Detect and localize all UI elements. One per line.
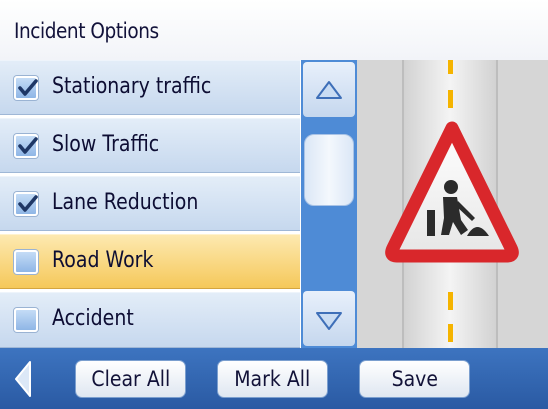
checkmark-icon — [18, 79, 38, 96]
option-row-accident[interactable]: Accident — [0, 292, 300, 348]
incident-preview-image — [357, 60, 548, 348]
checkbox-accident[interactable] — [14, 308, 38, 332]
checkbox-lane-reduction[interactable] — [14, 192, 38, 216]
option-row-lane-reduction[interactable]: Lane Reduction — [0, 176, 300, 231]
triangle-up-icon — [316, 81, 342, 99]
scrollbar-thumb[interactable] — [304, 134, 354, 206]
option-label: Accident — [52, 306, 134, 331]
back-button[interactable] — [6, 356, 46, 402]
page-title: Incident Options — [14, 19, 159, 43]
triangle-down-icon — [316, 312, 342, 330]
header-bar: Incident Options — [0, 0, 548, 60]
mark-all-button[interactable]: Mark All — [217, 360, 328, 398]
option-row-slow-traffic[interactable]: Slow Traffic — [0, 118, 300, 173]
option-row-stationary-traffic[interactable]: Stationary traffic — [0, 60, 300, 115]
back-arrow-icon — [15, 361, 31, 397]
incident-options-list: Stationary traffic Slow Traffic Lane Red… — [0, 60, 300, 348]
option-label: Stationary traffic — [52, 74, 212, 99]
option-label: Road Work — [52, 248, 154, 273]
checkbox-slow-traffic[interactable] — [14, 134, 38, 158]
checkmark-icon — [18, 137, 38, 154]
mark-all-label: Mark All — [234, 367, 311, 391]
scroll-down-button[interactable] — [303, 291, 355, 346]
checkbox-road-work[interactable] — [14, 250, 38, 274]
clear-all-label: Clear All — [91, 367, 170, 391]
checkbox-stationary-traffic[interactable] — [14, 76, 38, 100]
option-label: Slow Traffic — [52, 132, 160, 157]
save-button[interactable]: Save — [359, 360, 470, 398]
road-work-sign-icon — [357, 60, 548, 348]
checkmark-icon — [18, 195, 38, 212]
footer-toolbar: Clear All Mark All Save — [0, 348, 548, 409]
scrollbar[interactable] — [301, 60, 357, 348]
clear-all-button[interactable]: Clear All — [75, 360, 186, 398]
save-label: Save — [391, 367, 438, 391]
option-row-road-work[interactable]: Road Work — [0, 234, 300, 289]
scroll-up-button[interactable] — [303, 62, 355, 117]
option-label: Lane Reduction — [52, 190, 199, 215]
